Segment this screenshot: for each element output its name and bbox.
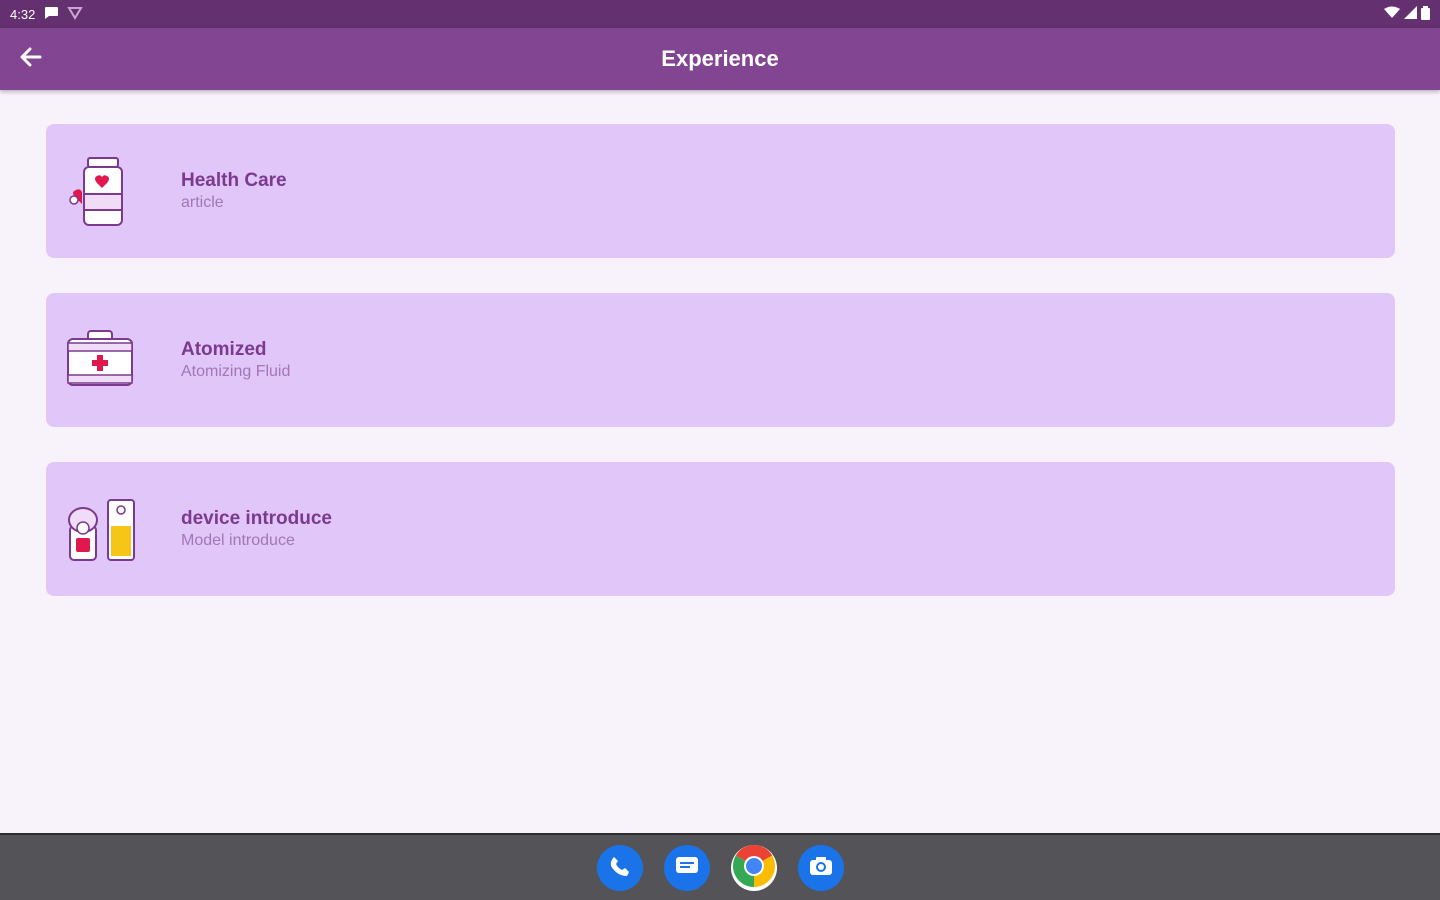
medicine-bottle-icon [64, 154, 144, 228]
item-title: Atomized [181, 339, 267, 360]
item-subtitle: Model introduce [181, 532, 295, 549]
chrome-icon [731, 843, 777, 894]
item-subtitle: article [181, 194, 224, 211]
item-title: device introduce [181, 508, 332, 529]
signal-icon [1404, 6, 1417, 22]
navigation-bar [0, 833, 1440, 900]
chat-notification-icon [43, 6, 59, 23]
list-item-device-introduce[interactable]: device introduce Model introduce [46, 462, 1395, 596]
chrome-app-button[interactable] [731, 843, 777, 894]
device-icon [64, 492, 144, 566]
back-button[interactable] [14, 43, 48, 75]
camera-app-button[interactable] [798, 845, 844, 891]
battery-icon [1421, 5, 1430, 23]
phone-app-button[interactable] [597, 845, 643, 891]
item-subtitle: Atomizing Fluid [181, 363, 291, 380]
app-bar: Experience [0, 28, 1440, 90]
arrow-back-icon [20, 47, 42, 72]
wifi-icon [1384, 6, 1400, 22]
clock: 4:32 [10, 6, 36, 22]
messages-app-button[interactable] [664, 845, 710, 891]
item-title: Health Care [181, 170, 287, 191]
list-item-atomized[interactable]: Atomized Atomizing Fluid [46, 293, 1395, 427]
messages-icon [674, 855, 700, 882]
notification-icon [67, 6, 84, 23]
first-aid-kit-icon [64, 323, 144, 397]
phone-icon [608, 854, 632, 883]
camera-icon [808, 855, 834, 882]
status-bar: 4:32 [0, 0, 1440, 28]
page-title: Experience [661, 46, 779, 71]
list-item-health-care[interactable]: Health Care article [46, 124, 1395, 258]
